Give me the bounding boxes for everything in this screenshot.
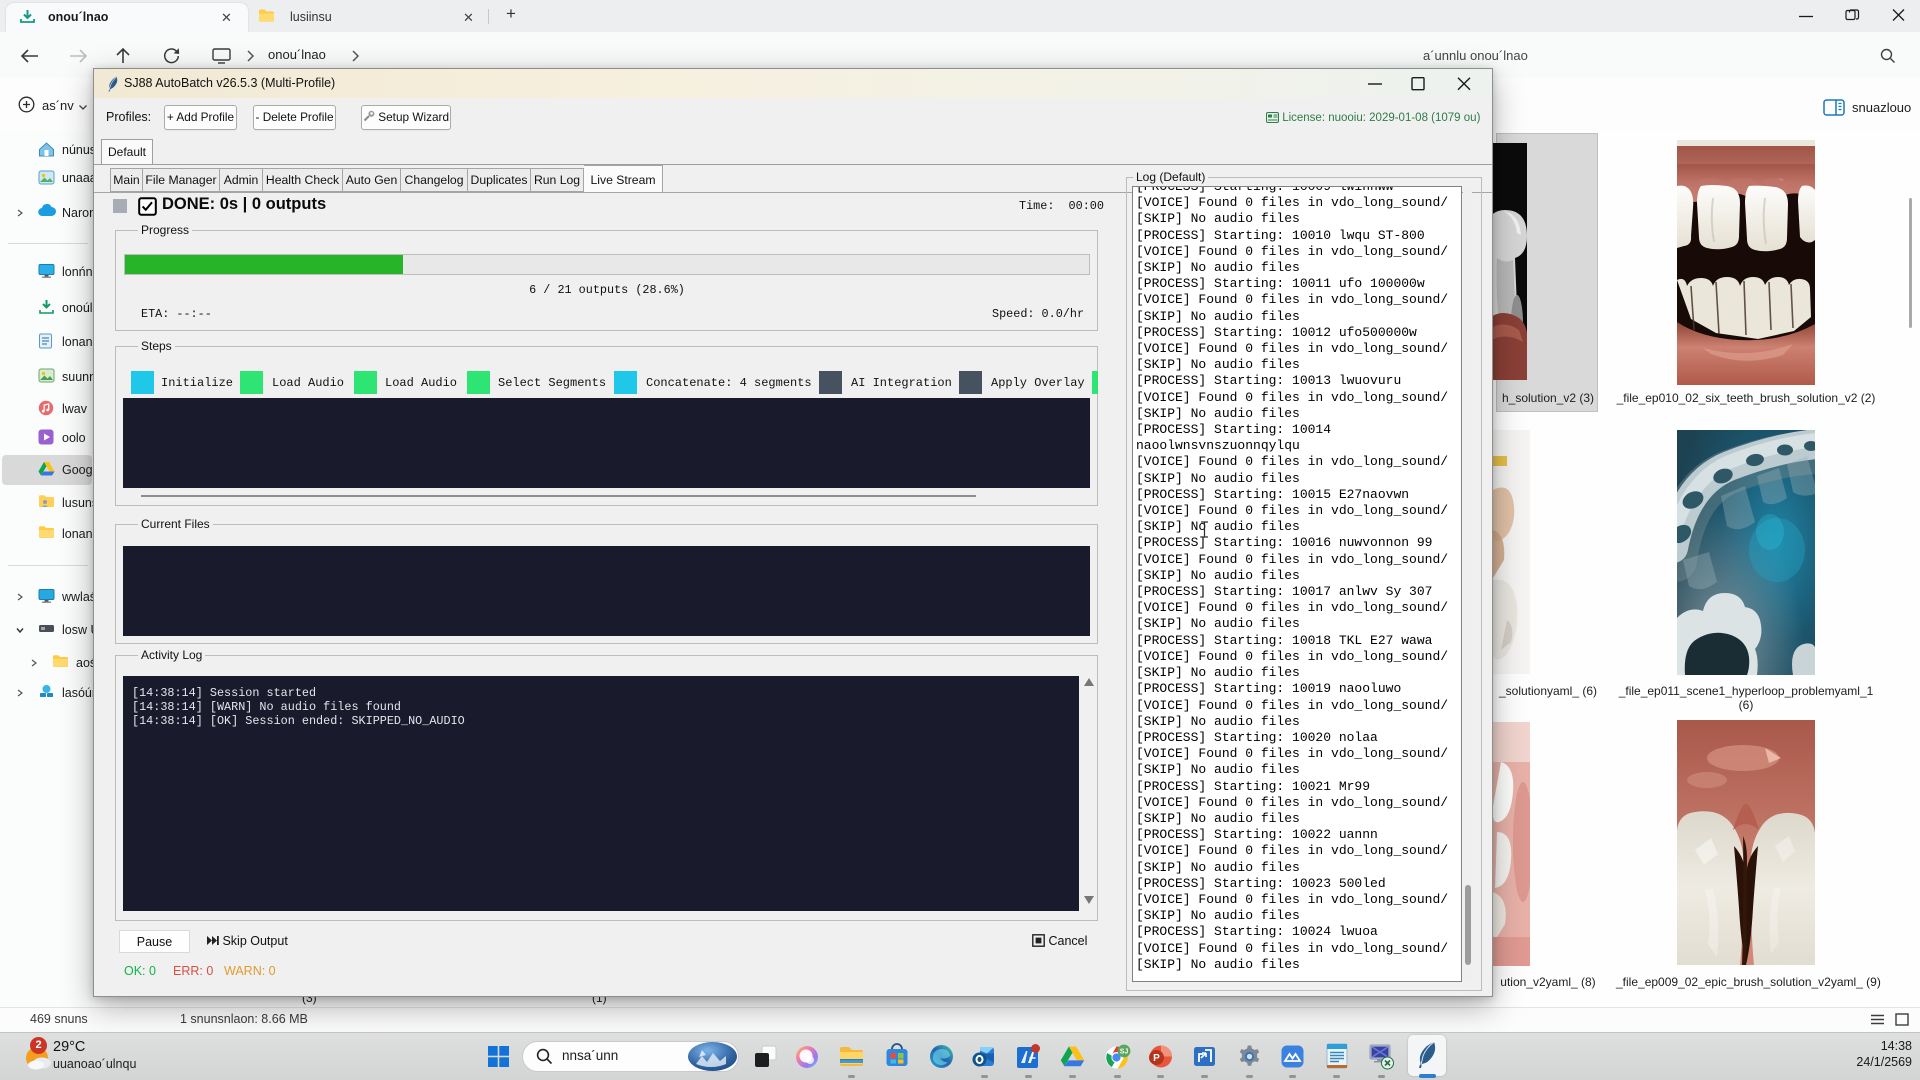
svg-text:SJ: SJ	[1120, 1049, 1129, 1056]
svg-text:P: P	[1153, 1053, 1160, 1064]
